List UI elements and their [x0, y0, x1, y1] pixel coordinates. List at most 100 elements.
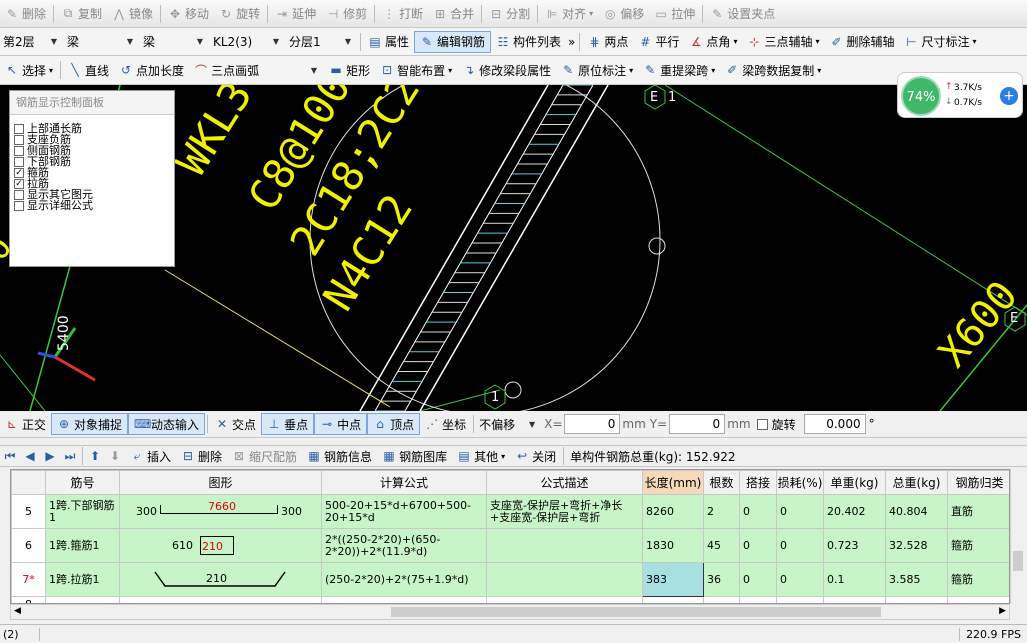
select-button[interactable]: ↖ 选择 ▾: [0, 59, 58, 81]
stretch-button[interactable]: ▭ 拉伸: [649, 3, 700, 25]
perpendicular-button[interactable]: ⊥ 垂点: [261, 413, 315, 435]
checkbox[interactable]: [14, 189, 24, 200]
first-record-button[interactable]: ⏮: [0, 446, 20, 466]
properties-button[interactable]: ▤ 属性: [363, 31, 414, 53]
description-cell[interactable]: [486, 528, 643, 563]
empty-cell[interactable]: [823, 596, 886, 603]
rotate-input[interactable]: 0.000: [803, 414, 866, 434]
rebar-name-cell[interactable]: 1跨.拉筋1: [45, 562, 120, 597]
delete-row-button[interactable]: ⊟ 删除: [176, 446, 227, 466]
scroll-thumb[interactable]: [1013, 551, 1023, 571]
edit-rebar-button[interactable]: ✎ 编辑钢筋: [414, 30, 492, 53]
category-select[interactable]: 梁 ▼: [64, 32, 136, 52]
empty-cell[interactable]: [885, 596, 948, 603]
lap-cell[interactable]: 0: [739, 494, 777, 529]
empty-cell[interactable]: [947, 596, 1009, 603]
parallel-button[interactable]: # 平行: [633, 31, 684, 53]
mirror-button[interactable]: ⋀ 镜像: [107, 3, 158, 25]
align-button[interactable]: ⊫ 对齐 ▾: [540, 3, 598, 25]
coordinate-button[interactable]: ⋰ 坐标: [420, 413, 471, 435]
trim-button[interactable]: ⊣ 修剪: [321, 3, 372, 25]
rebar-name-cell[interactable]: 1跨.箍筋1: [45, 528, 120, 563]
checkbox-checked[interactable]: ✓: [14, 178, 24, 189]
insert-button[interactable]: ⤶ 插入: [125, 446, 176, 466]
empty-cell[interactable]: [642, 596, 704, 603]
rebar-info-button[interactable]: ▦ 钢筋信息: [302, 446, 377, 466]
length-cell[interactable]: 8260: [642, 494, 704, 529]
intersection-button[interactable]: ✕ 交点: [210, 413, 261, 435]
split-button[interactable]: ⊟ 分割: [484, 3, 535, 25]
component-list-button[interactable]: ☷ 构件列表: [491, 31, 566, 53]
checkbox-checked[interactable]: ✓: [14, 167, 24, 178]
rebar-library-button[interactable]: ▦ 钢筋图库: [377, 446, 452, 466]
loss-cell[interactable]: 0: [776, 494, 824, 529]
network-speed-widget[interactable]: 74% ↑ 3.7K/s ↓ 0.7K/s +: [897, 72, 1023, 118]
arc-mode-select[interactable]: ▼: [264, 60, 320, 80]
scroll-thumb[interactable]: [391, 607, 881, 617]
horizontal-scrollbar[interactable]: ◀ ▶: [10, 604, 1010, 620]
orthogonal-button[interactable]: ⊾ 正交: [0, 413, 51, 435]
copy-button[interactable]: ⧉ 复制: [56, 3, 107, 25]
two-points-button[interactable]: ⋕ 两点: [582, 31, 633, 53]
offset-button[interactable]: ◎ 偏移: [598, 3, 649, 25]
empty-cell[interactable]: [45, 596, 120, 603]
formula-cell[interactable]: 2*((250-2*20)+(650-2*20))+2*(11.9*d): [321, 528, 487, 563]
break-button[interactable]: ⋮ 打断: [377, 3, 428, 25]
re-span-button[interactable]: ✎ 重提梁跨 ▾: [638, 59, 720, 81]
shape-cell[interactable]: 300 7660 300: [119, 494, 322, 529]
formula-cell[interactable]: 500-20+15*d+6700+500-20+15*d: [321, 494, 487, 529]
element-select[interactable]: KL2(3) ▼: [210, 32, 282, 52]
delete-button[interactable]: ✎ 删除: [0, 3, 51, 25]
add-icon[interactable]: +: [1000, 87, 1018, 105]
empty-cell[interactable]: [321, 596, 487, 603]
checkbox[interactable]: [14, 145, 24, 156]
description-cell[interactable]: 支座宽-保护层+弯折+净长+支座宽-保护层+弯折: [486, 494, 643, 529]
empty-cell[interactable]: [486, 596, 643, 603]
checkbox[interactable]: [14, 200, 24, 211]
formula-cell[interactable]: (250-2*20)+2*(75+1.9*d): [321, 562, 487, 597]
scale-rebar-button[interactable]: ⊠ 缩尺配筋: [227, 446, 302, 466]
y-input[interactable]: 0: [669, 414, 726, 434]
floor-select[interactable]: 第2层 ▼: [0, 32, 60, 52]
category-cell[interactable]: 箍筋: [947, 528, 1009, 563]
last-record-button[interactable]: ⏭: [60, 446, 80, 466]
length-cell-selected[interactable]: 383: [642, 562, 704, 597]
layer-select[interactable]: 分层1 ▼: [286, 32, 354, 52]
table-row[interactable]: 7* 1跨.拉筋1 210 (250-2*20)+2*(75+1.9*d) 38…: [11, 562, 1009, 597]
move-up-button[interactable]: ⬆: [85, 446, 105, 466]
smart-layout-button[interactable]: ⊡ 智能布置 ▾: [375, 59, 457, 81]
point-angle-button[interactable]: ∡ 点角 ▾: [684, 31, 742, 53]
checkbox[interactable]: [14, 134, 24, 145]
point-length-button[interactable]: ↺ 点加长度: [114, 59, 189, 81]
dimension-button[interactable]: ⊢ 尺寸标注 ▾: [900, 31, 982, 53]
type-select[interactable]: 梁 ▼: [140, 32, 206, 52]
lap-cell[interactable]: 0: [739, 562, 777, 597]
loss-cell[interactable]: 0: [776, 562, 824, 597]
arc-button[interactable]: ⌒ 三点画弧: [189, 59, 264, 81]
empty-cell[interactable]: [739, 596, 777, 603]
close-button[interactable]: ↩ 关闭: [510, 446, 561, 466]
count-cell[interactable]: 2: [703, 494, 740, 529]
next-record-button[interactable]: ▶: [40, 446, 60, 466]
panel-item-detail-formula[interactable]: 显示详细公式: [10, 200, 174, 211]
rotate-button[interactable]: ↻ 旋转: [214, 3, 265, 25]
shape-cell[interactable]: 210: [119, 562, 322, 597]
extend-button[interactable]: ⇥ 延伸: [270, 3, 321, 25]
vertex-button[interactable]: ⌂ 顶点: [367, 413, 421, 435]
offset-mode-select[interactable]: 不偏移 ▼: [476, 414, 538, 434]
category-cell[interactable]: 箍筋: [947, 562, 1009, 597]
empty-cell[interactable]: [703, 596, 740, 603]
empty-cell[interactable]: [776, 596, 824, 603]
count-cell[interactable]: 45: [703, 528, 740, 563]
rebar-name-cell[interactable]: 1跨.下部钢筋1: [45, 494, 120, 529]
scroll-right-icon[interactable]: ▶: [999, 606, 1006, 616]
delete-aux-button[interactable]: ✐ 删除辅轴: [824, 31, 899, 53]
rotate-checkbox[interactable]: [756, 418, 768, 430]
merge-button[interactable]: ⊞ 合并: [428, 3, 479, 25]
loss-cell[interactable]: 0: [776, 528, 824, 563]
move-button[interactable]: ✥ 移动: [163, 3, 214, 25]
shape-cell[interactable]: 610 210: [119, 528, 322, 563]
table-row[interactable]: 5 1跨.下部钢筋1 300 7660 300 500-20+15*d+6700…: [11, 494, 1009, 529]
three-point-aux-button[interactable]: ⊹ 三点辅轴 ▾: [742, 31, 824, 53]
other-button[interactable]: ▤ 其他 ▾: [452, 446, 510, 466]
